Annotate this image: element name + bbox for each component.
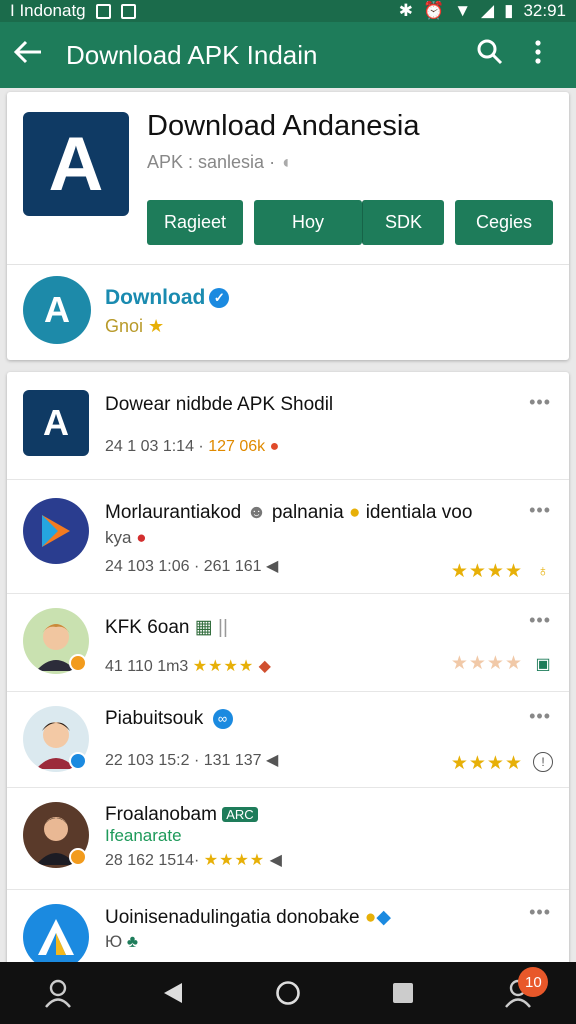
app-icon: A — [23, 390, 89, 456]
list-item[interactable]: Froalanobam ARC Ifeanarate 28 162 1514· … — [7, 788, 569, 890]
app-subtitle: APK : sanlesia · ◖ — [147, 152, 291, 172]
more-icon[interactable]: ••• — [529, 392, 551, 413]
action-button-1[interactable]: Ragieet — [147, 200, 243, 245]
notification-badge: 10 — [518, 967, 549, 997]
list-item[interactable]: A Dowear nidbde APK Shodil 24 1 03 1:14 … — [7, 372, 569, 480]
list-item[interactable]: Piabuitsouk ∞ 22 103 15:2 · 131 137 ◀ ★★… — [7, 692, 569, 788]
status-badge — [69, 848, 87, 866]
play-store-icon — [23, 498, 89, 564]
developer-logo[interactable]: A — [23, 276, 91, 344]
item-title: Piabuitsouk ∞ — [105, 708, 233, 730]
item-title: Dowear nidbde APK Shodil — [105, 394, 334, 415]
volume-icon: ◀ — [266, 558, 279, 575]
item-meta: 24 103 1:06 · 261 161 ◀ — [105, 558, 279, 575]
item-subtitle: Ю ♣ — [105, 932, 139, 951]
gallery-icon — [95, 3, 111, 19]
calendar-icon: ▣ — [535, 656, 551, 673]
more-icon[interactable]: ••• — [529, 500, 551, 521]
search-icon[interactable] — [466, 39, 514, 72]
alarm-icon: ⏰ — [423, 1, 445, 20]
volume-icon: ◀ — [269, 852, 282, 869]
item-meta: 41 110 1m3 ★★★★ ◆ — [105, 658, 271, 675]
home-nav-icon[interactable] — [258, 973, 318, 1013]
more-vert-icon[interactable] — [514, 39, 562, 71]
action-button-3[interactable]: SDK — [362, 200, 444, 245]
carrier-label: I Indonatg — [10, 1, 86, 20]
back-arrow-icon[interactable] — [13, 38, 64, 72]
item-subtitle: kya ● — [105, 528, 147, 547]
wifi-icon: ▼ — [454, 1, 472, 20]
face-icon: ☻ — [246, 502, 267, 523]
tag-badge: ARC — [222, 807, 258, 823]
status-bar: I Indonatg ✱ ⏰ ▼ ◢ ▮ 32:91 — [0, 0, 576, 22]
page-title: Download APK Indain — [66, 39, 318, 70]
account-icon[interactable]: 10 — [488, 967, 549, 1013]
recents-nav-icon[interactable] — [373, 973, 433, 1013]
list-item[interactable]: Uoinisenadulingatia donobake ●◆ Ю ♣ ••• — [7, 890, 569, 972]
action-button-2[interactable]: Hoy — [254, 200, 362, 245]
more-icon[interactable]: ••• — [529, 610, 551, 631]
system-nav-bar: 10 — [0, 962, 576, 1024]
badge-icon: ● — [136, 528, 147, 547]
more-icon[interactable]: ••• — [529, 706, 551, 727]
verified-icon: ✓ — [209, 288, 230, 309]
download-icon — [120, 3, 136, 19]
emoji-icon: ● — [364, 907, 377, 928]
item-meta: 24 1 03 1:14 · 127 06k ● — [105, 438, 280, 455]
app-bar: Download APK Indain — [0, 22, 576, 88]
status-badge — [69, 752, 87, 770]
action-button-4[interactable]: Cegies — [455, 200, 553, 245]
rating-stars: ★★★★ — [450, 753, 523, 774]
item-subtitle: Ifeanarate — [105, 826, 182, 845]
more-icon[interactable]: ••• — [529, 902, 551, 923]
info-icon[interactable]: ! — [533, 752, 553, 772]
app-title: Download Andanesia — [147, 110, 420, 142]
app-logo: A — [23, 112, 129, 216]
clock: 32:91 — [523, 1, 566, 20]
rating-stars: ★★★★ — [450, 561, 523, 582]
people-icon: ♣ — [126, 932, 139, 951]
item-meta: 22 103 15:2 · 131 137 ◀ — [105, 752, 279, 769]
list-item[interactable]: KFK 6oan ▦ || 41 110 1m3 ★★★★ ◆ ★★★★ ▣ •… — [7, 594, 569, 692]
status-badge — [69, 654, 87, 672]
signal-icon: ◢ — [481, 1, 495, 20]
link-icon: ∞ — [212, 708, 233, 729]
star-icon: ★ — [148, 316, 165, 336]
item-meta: 28 162 1514· ★★★★ ◀ — [105, 852, 282, 869]
app-detail-card: A Download Andanesia APK : sanlesia · ◖ … — [7, 92, 569, 360]
item-title: Morlaurantiakod ☻ palnania ● identiala v… — [105, 502, 473, 523]
thumb-icon: ◆ — [258, 658, 271, 675]
list-item[interactable]: Morlaurantiakod ☻ palnania ● identiala v… — [7, 480, 569, 594]
app-icon — [23, 904, 89, 970]
developer-sub: Gnoi ★ — [105, 316, 165, 336]
rating-stars: ★★★★ — [450, 653, 523, 674]
item-title: KFK 6oan ▦ || — [105, 617, 228, 638]
emoji-icon: ● — [348, 502, 361, 523]
volume-icon: ◀ — [266, 752, 279, 769]
app-list: A Dowear nidbde APK Shodil 24 1 03 1:14 … — [7, 372, 569, 972]
developer-name[interactable]: Download ✓ — [105, 286, 230, 310]
back-nav-icon[interactable] — [143, 973, 203, 1013]
divider — [7, 264, 569, 265]
award-icon: ♁ — [537, 563, 549, 580]
profile-icon[interactable] — [28, 973, 88, 1013]
tag-icon: ▦ — [194, 617, 213, 638]
info-icon: ◖ — [280, 152, 291, 172]
battery-icon: ▮ — [504, 1, 514, 20]
item-title: Froalanobam ARC — [105, 804, 258, 826]
emoji-icon: ◆ — [376, 907, 391, 928]
item-title: Uoinisenadulingatia donobake ●◆ — [105, 907, 391, 928]
hand-emoji-icon: ● — [269, 438, 280, 455]
bluetooth-icon: ✱ — [398, 1, 414, 20]
